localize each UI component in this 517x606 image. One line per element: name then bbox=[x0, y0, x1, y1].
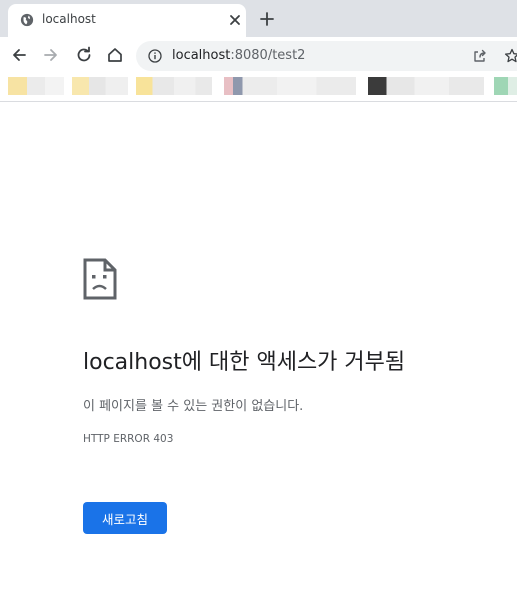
share-icon[interactable] bbox=[472, 48, 488, 64]
browser-toolbar: localhost:8080/test2 bbox=[0, 37, 517, 73]
bookmark-item[interactable] bbox=[136, 77, 212, 95]
tab-title: localhost bbox=[42, 12, 96, 26]
globe-icon bbox=[20, 13, 34, 27]
address-url[interactable]: localhost:8080/test2 bbox=[172, 48, 305, 63]
close-icon[interactable] bbox=[228, 13, 242, 27]
url-path: :8080/test2 bbox=[230, 48, 306, 63]
error-description: 이 페이지를 볼 수 있는 권한이 없습니다. bbox=[83, 399, 304, 414]
bookmarks-bar bbox=[0, 73, 517, 102]
address-bar[interactable]: localhost:8080/test2 bbox=[136, 41, 517, 71]
star-icon[interactable] bbox=[504, 48, 517, 64]
forward-icon[interactable] bbox=[42, 46, 60, 64]
reload-icon[interactable] bbox=[75, 46, 93, 64]
bookmark-item[interactable] bbox=[224, 77, 356, 95]
info-icon[interactable] bbox=[148, 49, 162, 63]
back-icon[interactable] bbox=[10, 46, 28, 64]
bookmark-item[interactable] bbox=[72, 77, 128, 95]
plus-icon[interactable] bbox=[258, 10, 276, 28]
error-title: localhost에 대한 액세스가 거부됨 bbox=[83, 350, 406, 375]
bookmark-item[interactable] bbox=[494, 77, 517, 95]
url-host: localhost bbox=[172, 48, 231, 63]
tab-localhost[interactable]: localhost bbox=[8, 4, 246, 37]
bookmark-item[interactable] bbox=[368, 77, 484, 95]
bookmark-item[interactable] bbox=[8, 77, 64, 95]
sad-page-icon bbox=[83, 258, 117, 300]
reload-button[interactable]: 새로고침 bbox=[83, 502, 167, 534]
home-icon[interactable] bbox=[106, 46, 124, 64]
tab-strip: localhost bbox=[0, 0, 517, 37]
error-code: HTTP ERROR 403 bbox=[83, 433, 174, 445]
